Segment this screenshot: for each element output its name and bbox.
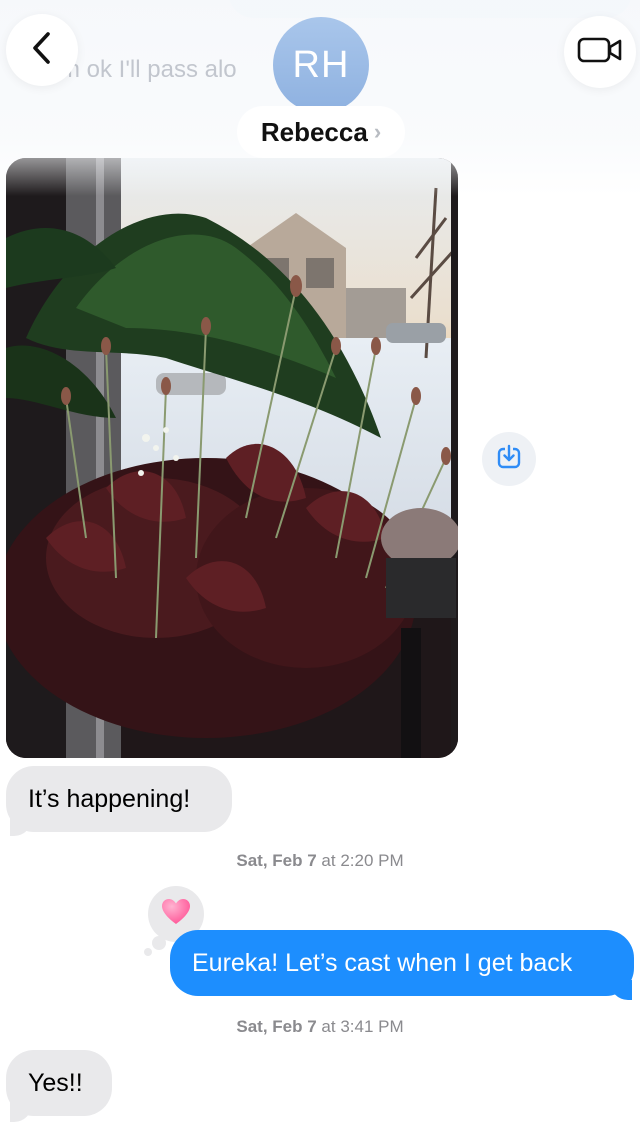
message-text: Eureka! Let’s cast when I get back bbox=[192, 949, 573, 977]
avatar-initials: RH bbox=[292, 43, 350, 86]
video-camera-icon bbox=[577, 36, 623, 69]
chevron-left-icon bbox=[30, 30, 54, 71]
timestamp-time: 3:41 PM bbox=[340, 1017, 404, 1036]
message-text: Yes!! bbox=[28, 1069, 83, 1097]
heart-icon bbox=[161, 898, 191, 931]
message-text: It’s happening! bbox=[28, 785, 191, 813]
timestamp-at: at bbox=[321, 851, 336, 870]
message-bubble-outgoing[interactable]: Eureka! Let’s cast when I get back bbox=[170, 930, 634, 996]
message-bubble-incoming[interactable]: It’s happening! bbox=[6, 766, 232, 832]
timestamp: Sat, Feb 7 at 3:41 PM bbox=[0, 1017, 640, 1037]
facetime-video-button[interactable] bbox=[564, 16, 636, 88]
reaction-dot bbox=[144, 948, 152, 956]
contact-avatar[interactable]: RH bbox=[273, 17, 369, 113]
contact-name: Rebecca bbox=[260, 116, 368, 147]
timestamp: Sat, Feb 7 at 2:20 PM bbox=[0, 851, 640, 871]
back-button[interactable] bbox=[6, 14, 78, 86]
scrolled-message-preview: m ok I'll pass alo bbox=[60, 56, 237, 83]
timestamp-day: Sat, Feb 7 bbox=[236, 1017, 317, 1036]
download-icon bbox=[495, 443, 523, 476]
photo-attachment[interactable] bbox=[6, 158, 458, 758]
timestamp-time: 2:20 PM bbox=[340, 851, 404, 870]
timestamp-day: Sat, Feb 7 bbox=[236, 851, 317, 870]
chevron-right-icon: › bbox=[373, 119, 382, 144]
timestamp-at: at bbox=[321, 1017, 336, 1036]
contact-name-button[interactable]: Rebecca › bbox=[237, 106, 405, 158]
save-to-photos-button[interactable] bbox=[482, 432, 536, 486]
reaction-dot bbox=[152, 936, 166, 950]
message-bubble-incoming[interactable]: Yes!! bbox=[6, 1050, 112, 1116]
